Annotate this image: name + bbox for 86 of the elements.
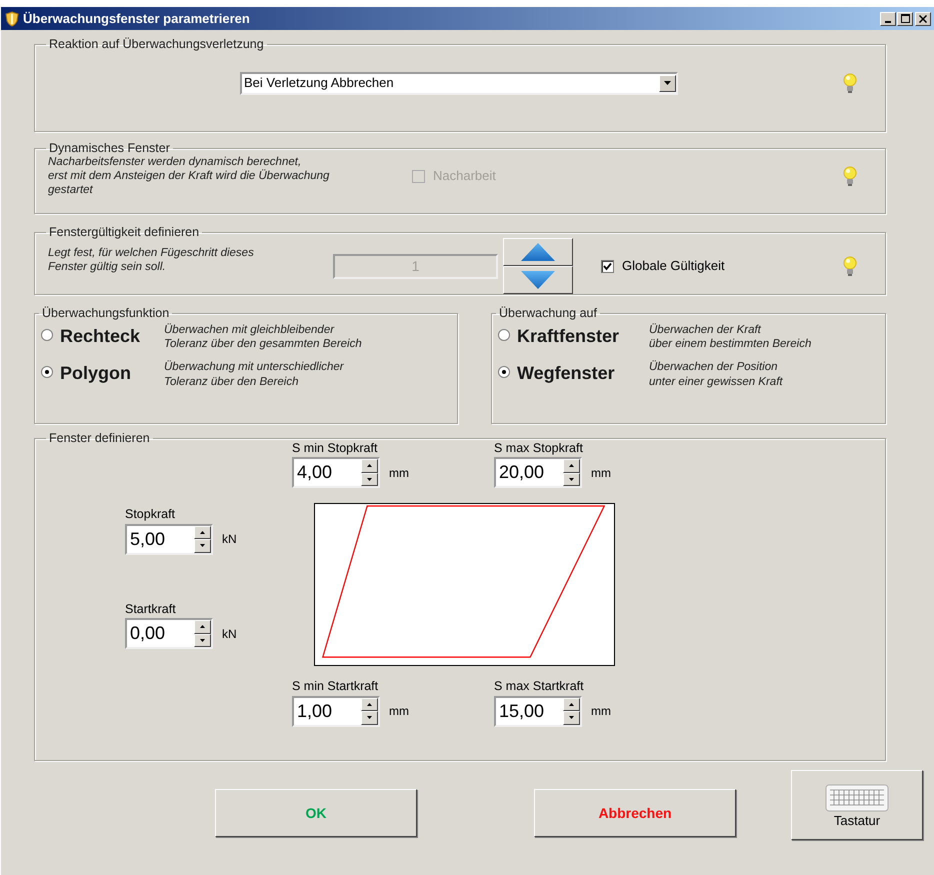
down-arrow-icon — [200, 638, 205, 642]
radio-label[interactable]: Wegfenster — [517, 360, 649, 388]
close-button[interactable] — [915, 12, 931, 26]
radio-label[interactable]: Polygon — [60, 360, 164, 388]
option-description: Überwachung mit unterschiedlicher Toleranz über den Bereich — [164, 360, 344, 389]
maximize-button[interactable] — [897, 12, 913, 26]
lightbulb-icon[interactable] — [843, 166, 857, 186]
number-field[interactable]: 0,00 — [125, 618, 213, 649]
number-field[interactable]: 1,00 — [292, 696, 380, 726]
number-field[interactable]: 15,00 — [494, 696, 582, 726]
radio-label[interactable]: Rechteck — [60, 322, 164, 350]
down-arrow-icon — [569, 716, 574, 720]
option-description: Überwachen der Kraft über einem bestimmten Bereich — [649, 322, 812, 352]
down-arrow-icon — [521, 270, 555, 288]
radio-button[interactable] — [41, 328, 53, 340]
up-arrow-icon — [200, 530, 205, 534]
spin-down-button[interactable] — [563, 472, 580, 486]
maximize-icon — [900, 14, 910, 23]
unit-label: mm — [591, 464, 611, 482]
spin-down-button[interactable] — [194, 539, 211, 552]
shield-icon — [5, 10, 19, 26]
unit-label: mm — [389, 703, 409, 720]
description-text: Nacharbeitsfenster werden dynamisch berechnet, erst mit dem Ansteigen der Kraft wird die Überwachung gestartet — [48, 155, 330, 198]
radio-button[interactable] — [41, 366, 53, 378]
spin-up-button[interactable] — [361, 459, 378, 472]
spin-down-button[interactable] — [361, 711, 378, 724]
down-button[interactable] — [503, 266, 573, 294]
spin-down-button[interactable] — [194, 634, 211, 647]
minimize-icon — [885, 20, 891, 22]
unit-label: mm — [389, 464, 409, 482]
radio-button[interactable] — [498, 328, 510, 340]
spin-up-button[interactable] — [361, 698, 378, 711]
group-label: Überwachung auf — [498, 307, 598, 320]
checkbox[interactable] — [601, 260, 614, 272]
checkbox-label[interactable]: Globale Gültigkeit — [622, 256, 725, 276]
number-field[interactable]: 20,00 — [494, 457, 582, 488]
description-text: Legt fest, für welchen Fügeschritt dieses Fenster gültig sein soll. — [48, 246, 255, 274]
option-description: Überwachen der Position unter einer gewissen Kraft — [649, 360, 783, 389]
spin-up-button[interactable] — [563, 698, 580, 711]
field-label: Stopkraft — [125, 508, 176, 520]
group-label: Fenster definieren — [48, 432, 151, 444]
up-arrow-icon — [367, 464, 372, 468]
lightbulb-icon[interactable] — [843, 256, 857, 276]
unit-label: kN — [222, 626, 237, 642]
up-arrow-icon — [521, 242, 555, 260]
field-label: S min Startkraft — [292, 680, 380, 692]
step-field: 1 — [333, 254, 498, 278]
down-arrow-icon — [569, 478, 574, 481]
field-label: S min Stopkraft — [292, 442, 378, 454]
radio-label[interactable]: Kraftfenster — [517, 322, 649, 350]
window-title: Überwachungsfenster parametrieren — [23, 10, 250, 28]
down-arrow-icon — [200, 544, 205, 548]
dropdown-button[interactable] — [659, 74, 676, 92]
lightbulb-icon[interactable] — [843, 73, 857, 93]
up-arrow-icon — [367, 702, 372, 706]
caret-icon — [664, 81, 671, 85]
radio-button[interactable] — [498, 366, 510, 378]
spin-up-button[interactable] — [563, 459, 580, 472]
field-label: S max Startkraft — [494, 680, 585, 692]
group-label: Überwachungsfunktion — [41, 307, 170, 320]
keyboard-button[interactable]: Tastatur — [791, 770, 923, 840]
field-label: Startkraft — [125, 602, 177, 615]
dropdown-field[interactable]: Bei Verletzung Abbrechen — [240, 72, 678, 94]
up-arrow-icon — [569, 702, 574, 706]
group-label: Fenstergültigkeit definieren — [48, 226, 200, 238]
checkbox-label: Nacharbeit — [433, 167, 496, 186]
keyboard-icon — [825, 784, 889, 814]
spin-down-button[interactable] — [563, 711, 580, 724]
up-arrow-icon — [569, 464, 574, 468]
number-field[interactable]: 5,00 — [125, 524, 213, 554]
up-arrow-icon — [200, 625, 205, 628]
option-description: Überwachen mit gleichbleibender Toleranz über den gesammten Bereich — [164, 322, 362, 352]
down-arrow-icon — [367, 716, 372, 720]
group-label: Reaktion auf Überwachungsverletzung — [48, 38, 265, 50]
close-icon — [919, 14, 927, 22]
minimize-button[interactable] — [880, 12, 896, 26]
unit-label: kN — [222, 531, 237, 548]
number-field[interactable]: 4,00 — [292, 457, 380, 488]
group-label: Dynamisches Fenster — [48, 142, 171, 154]
spin-up-button[interactable] — [194, 526, 211, 539]
field-label: S max Stopkraft — [494, 442, 584, 454]
spin-down-button[interactable] — [361, 472, 378, 486]
up-button[interactable] — [503, 238, 573, 266]
spin-up-button[interactable] — [194, 620, 211, 634]
down-arrow-icon — [367, 478, 372, 481]
unit-label: mm — [591, 703, 611, 720]
